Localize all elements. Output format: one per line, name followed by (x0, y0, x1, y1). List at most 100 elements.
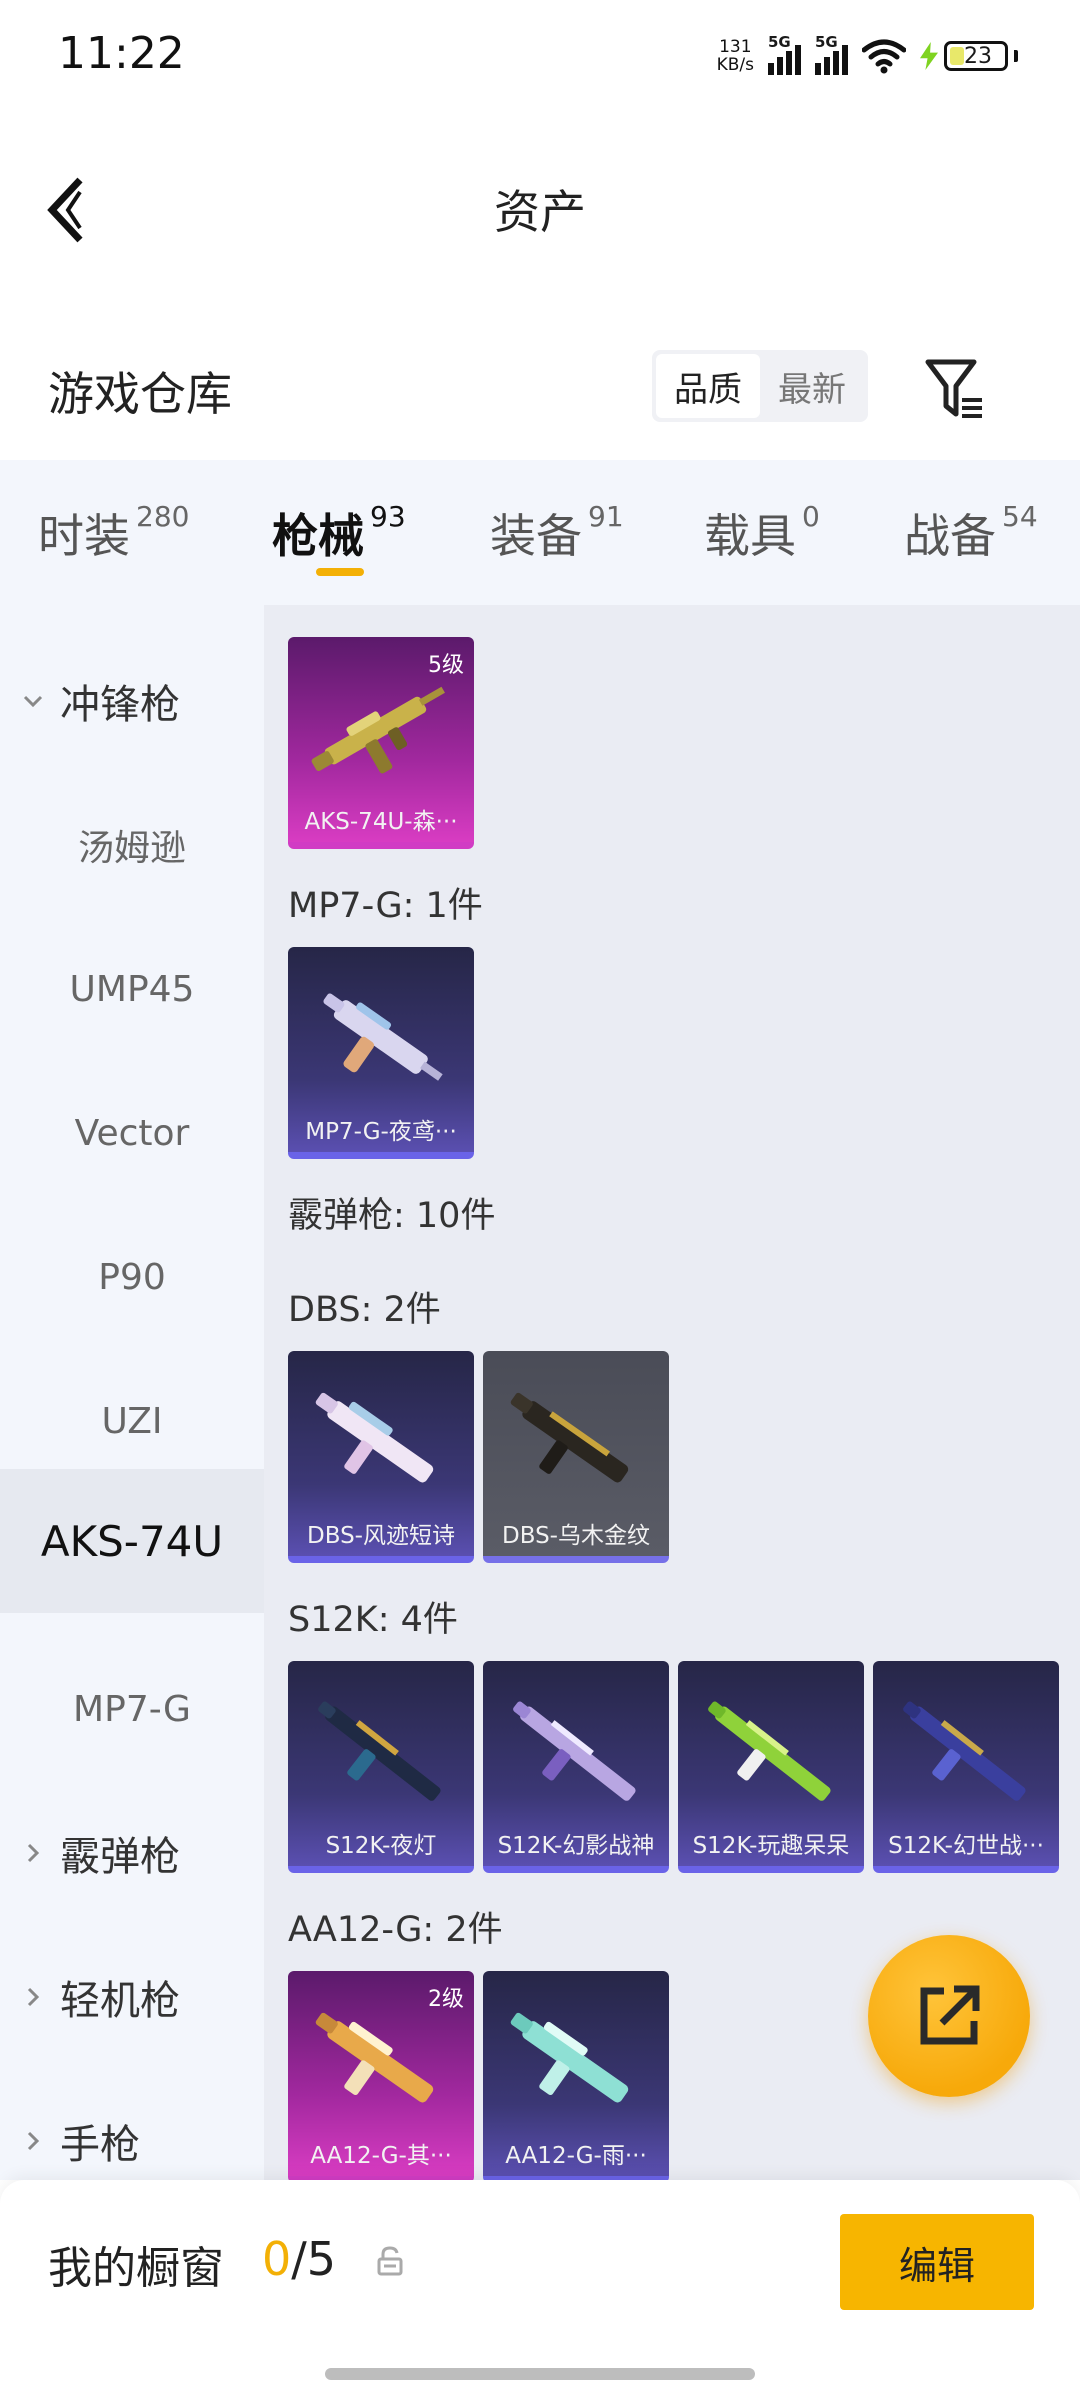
sort-quality-button[interactable]: 品质 (656, 354, 760, 418)
tab-count: 93 (370, 500, 406, 533)
weapon-smg-icon (323, 993, 443, 1081)
page-title: 资产 (494, 185, 586, 239)
weapon-name: S12K-幻影战神 (497, 1833, 655, 1859)
weapon-card[interactable]: S12K-幻影战神 (483, 1661, 669, 1873)
signal-type-label: 5G (815, 33, 838, 51)
showcase-label: 我的橱窗 (48, 2243, 224, 2294)
tab-label: 装备 (490, 509, 582, 563)
battery-icon: 23 (944, 41, 1008, 71)
network-speed-value: 131 (719, 37, 752, 57)
category-tabs: 时装 280 枪械 93 装备 91 载具 0 战备 54 (0, 460, 1080, 605)
status-time: 11:22 (58, 28, 185, 79)
share-icon (920, 1985, 980, 2045)
lock-icon (377, 2246, 403, 2276)
weapon-name: AA12-G-其··· (310, 2143, 452, 2169)
sidebar-item-vector[interactable]: Vector (0, 1061, 264, 1205)
warehouse-title: 游戏仓库 (48, 367, 232, 421)
weapon-shotgun-icon (315, 2012, 434, 2103)
weapon-card[interactable]: DBS-风迹短诗 (288, 1351, 474, 1563)
chevron-right-icon (27, 2131, 40, 2151)
battery-indicator: 23 (920, 41, 1018, 71)
status-bar: 11:22 131 KB/s 5G 5G 23 (0, 0, 1080, 110)
sidebar-group-label: 轻机枪 (60, 1978, 180, 2024)
signal-type-label: 5G (768, 33, 791, 51)
tab-indicator (316, 568, 364, 576)
weapon-name: AKS-74U-森··· (304, 809, 458, 835)
sidebar-group-shotgun[interactable]: 霰弹枪 (0, 1781, 264, 1925)
weapon-name: S12K-玩趣呆呆 (692, 1833, 850, 1859)
filter-icon (925, 359, 982, 418)
tab-count: 280 (136, 500, 190, 533)
weapon-shotgun-icon (510, 1392, 629, 1483)
sidebar-group-smg[interactable]: 冲锋枪 (0, 629, 264, 773)
weapon-card[interactable]: AA12-G-雨··· (483, 1971, 669, 2180)
weapon-card[interactable]: S12K-夜灯 (288, 1661, 474, 1873)
tab-firearms[interactable]: 枪械 93 (272, 500, 406, 566)
weapon-shotgun-icon (315, 1392, 434, 1483)
sort-toggle: 品质 最新 (652, 350, 868, 422)
tab-count: 0 (802, 500, 820, 533)
tab-label: 时装 (38, 509, 130, 563)
weapon-name: MP7-G-夜鸢··· (305, 1119, 457, 1145)
warehouse-header: 游戏仓库 品质 最新 (0, 340, 1080, 440)
chevron-right-icon (27, 1843, 40, 1863)
showcase-count: 0/5 (262, 2232, 336, 2286)
weapon-card[interactable]: S12K-幻世战··· (873, 1661, 1059, 1873)
home-indicator[interactable] (325, 2368, 755, 2380)
weapon-name: DBS-风迹短诗 (307, 1523, 455, 1549)
sidebar-item-mp7g[interactable]: MP7-G (0, 1637, 264, 1781)
sidebar-item-thompson[interactable]: 汤姆逊 (0, 773, 264, 917)
tab-label: 战备 (904, 509, 996, 563)
chevron-right-icon (27, 1987, 40, 2007)
network-speed-unit: KB/s (716, 55, 754, 75)
network-speed: 131 KB/s (717, 38, 754, 74)
wifi-icon (862, 39, 906, 74)
weapon-card[interactable]: 2级 AA12-G-其··· (288, 1971, 474, 2180)
section-title: AA12-G: 2件 (288, 1910, 503, 1950)
sidebar-item-ump45[interactable]: UMP45 (0, 917, 264, 1061)
tab-label: 枪械 (272, 509, 364, 563)
sidebar-group-lmg[interactable]: 轻机枪 (0, 1925, 264, 2069)
weapon-card[interactable]: 5级 AKS-74U-森··· (288, 637, 474, 849)
status-icons: 131 KB/s 5G 5G 23 (717, 33, 1018, 78)
weapon-card[interactable]: MP7-G-夜鸢··· (288, 947, 474, 1159)
weapon-name: AA12-G-雨··· (505, 2143, 647, 2169)
tab-supplies[interactable]: 战备 54 (904, 500, 1038, 566)
weapon-rifle-icon (903, 1701, 1026, 1801)
showcase-used-count: 0 (262, 2232, 292, 2286)
sidebar-group-label: 冲锋枪 (60, 682, 180, 728)
section-title: S12K: 4件 (288, 1600, 458, 1640)
showcase-bar: 我的橱窗 0/5 编辑 (0, 2180, 1080, 2400)
weapon-card[interactable]: DBS-乌木金纹 (483, 1351, 669, 1563)
sidebar-item-p90[interactable]: P90 (0, 1205, 264, 1349)
tab-label: 载具 (704, 509, 796, 563)
section-title: DBS: 2件 (288, 1290, 441, 1330)
edit-button[interactable]: 编辑 (840, 2214, 1034, 2310)
sidebar-group-label: 手枪 (60, 2122, 140, 2168)
tab-equipment[interactable]: 装备 91 (490, 500, 624, 566)
weapon-rifle-icon (513, 1701, 636, 1801)
weapon-name: S12K-幻世战··· (888, 1833, 1044, 1859)
weapon-name: S12K-夜灯 (325, 1833, 437, 1859)
weapon-level-badge: 5级 (428, 653, 464, 678)
sort-latest-button[interactable]: 最新 (760, 354, 864, 418)
sidebar-group-label: 霰弹枪 (60, 1834, 180, 1880)
filter-button[interactable] (920, 354, 990, 424)
battery-level: 23 (964, 43, 992, 69)
tab-count: 54 (1002, 500, 1038, 533)
weapon-card[interactable]: S12K-玩趣呆呆 (678, 1661, 864, 1873)
tab-fashion[interactable]: 时装 280 (38, 500, 189, 566)
header: 资产 (0, 140, 1080, 270)
tab-count: 91 (588, 500, 624, 533)
weapon-smg-icon (311, 686, 445, 774)
share-button[interactable] (868, 1935, 1030, 2097)
weapon-level-badge: 2级 (428, 1987, 464, 2012)
section-title: 霰弹枪: 10件 (288, 1196, 496, 1236)
weapon-name: DBS-乌木金纹 (502, 1523, 650, 1549)
tab-vehicles[interactable]: 载具 0 (704, 500, 820, 566)
sidebar-item-aks74u[interactable]: AKS-74U (0, 1469, 264, 1613)
signal-icon: 5G (768, 33, 801, 75)
showcase-total-count: /5 (291, 2232, 337, 2286)
weapon-rifle-icon (708, 1701, 831, 1801)
weapon-shotgun-icon (510, 2012, 629, 2103)
